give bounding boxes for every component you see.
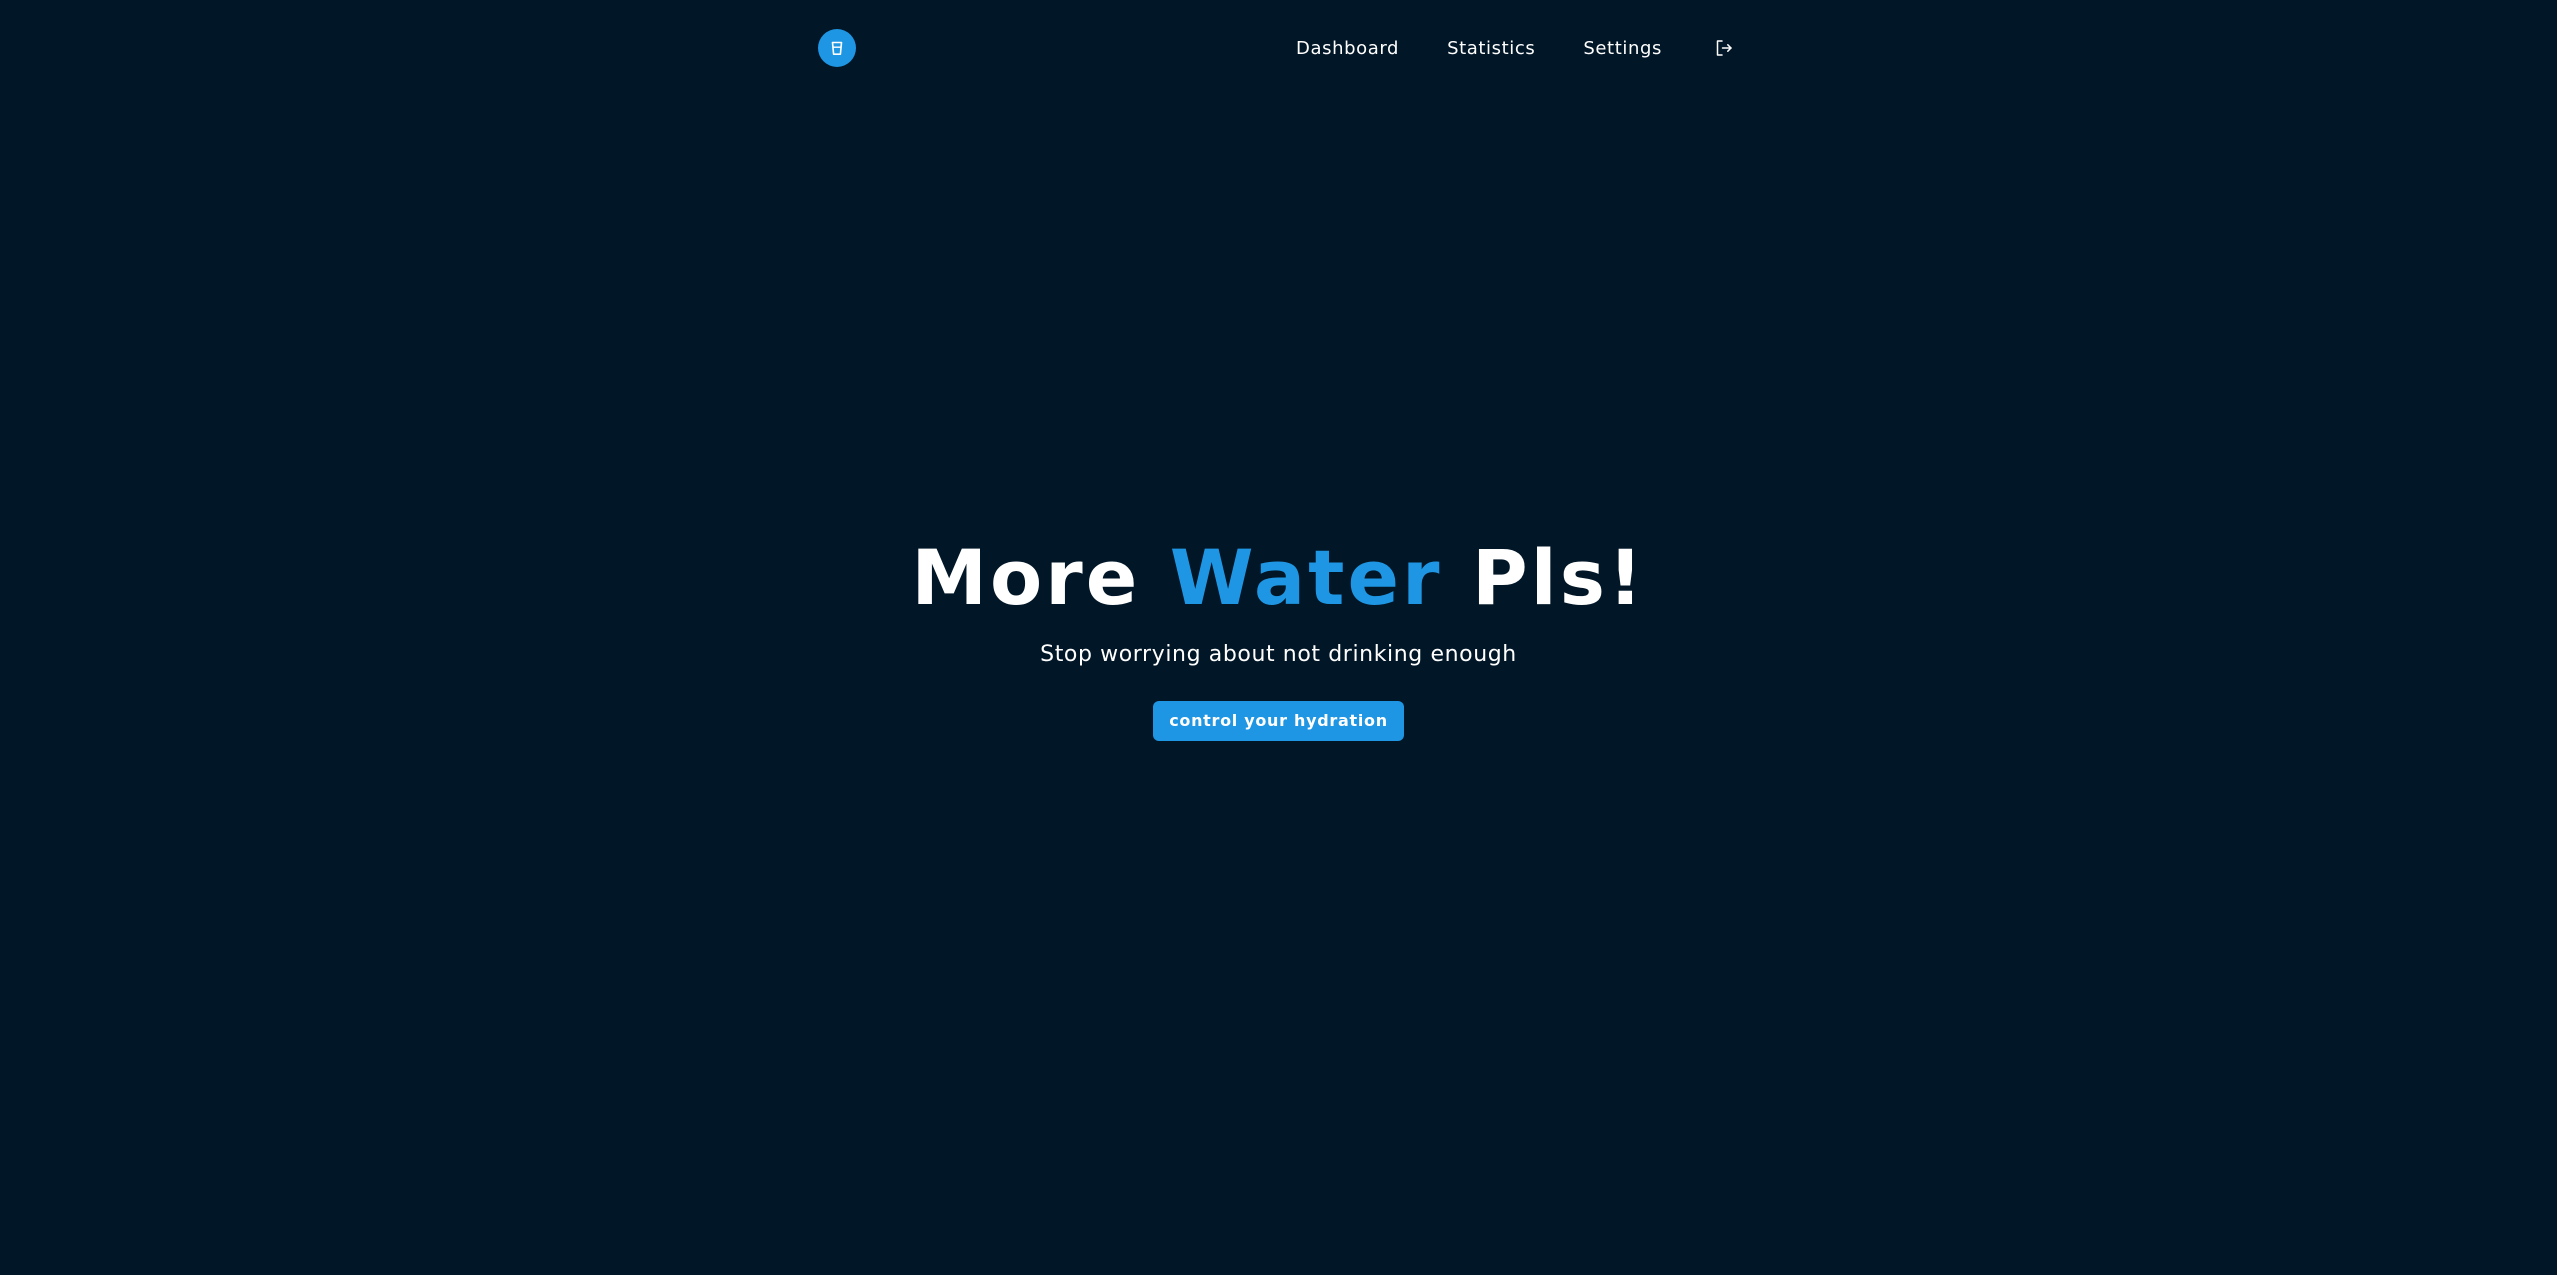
water-glass-icon <box>828 39 846 57</box>
nav-link-statistics[interactable]: Statistics <box>1447 38 1535 59</box>
control-hydration-button[interactable]: control your hydration <box>1153 701 1404 741</box>
hero-subtitle: Stop worrying about not drinking enough <box>1040 642 1517 667</box>
hero-title-end: Pls! <box>1471 533 1646 622</box>
hero-title-accent: Water <box>1169 533 1443 622</box>
logo[interactable] <box>818 29 856 67</box>
hero-title: More Water Pls! <box>0 530 2557 626</box>
hero-title-start: More <box>911 533 1141 622</box>
top-navbar: Dashboard Statistics Settings <box>818 0 1736 96</box>
nav-link-settings[interactable]: Settings <box>1583 38 1662 59</box>
logout-icon[interactable] <box>1712 36 1736 60</box>
hero-section: More Water Pls! Stop worrying about not … <box>0 530 2557 741</box>
nav-link-dashboard[interactable]: Dashboard <box>1296 38 1399 59</box>
nav-links: Dashboard Statistics Settings <box>1296 0 1736 96</box>
landing-page: Dashboard Statistics Settings More Water… <box>0 0 2557 1275</box>
